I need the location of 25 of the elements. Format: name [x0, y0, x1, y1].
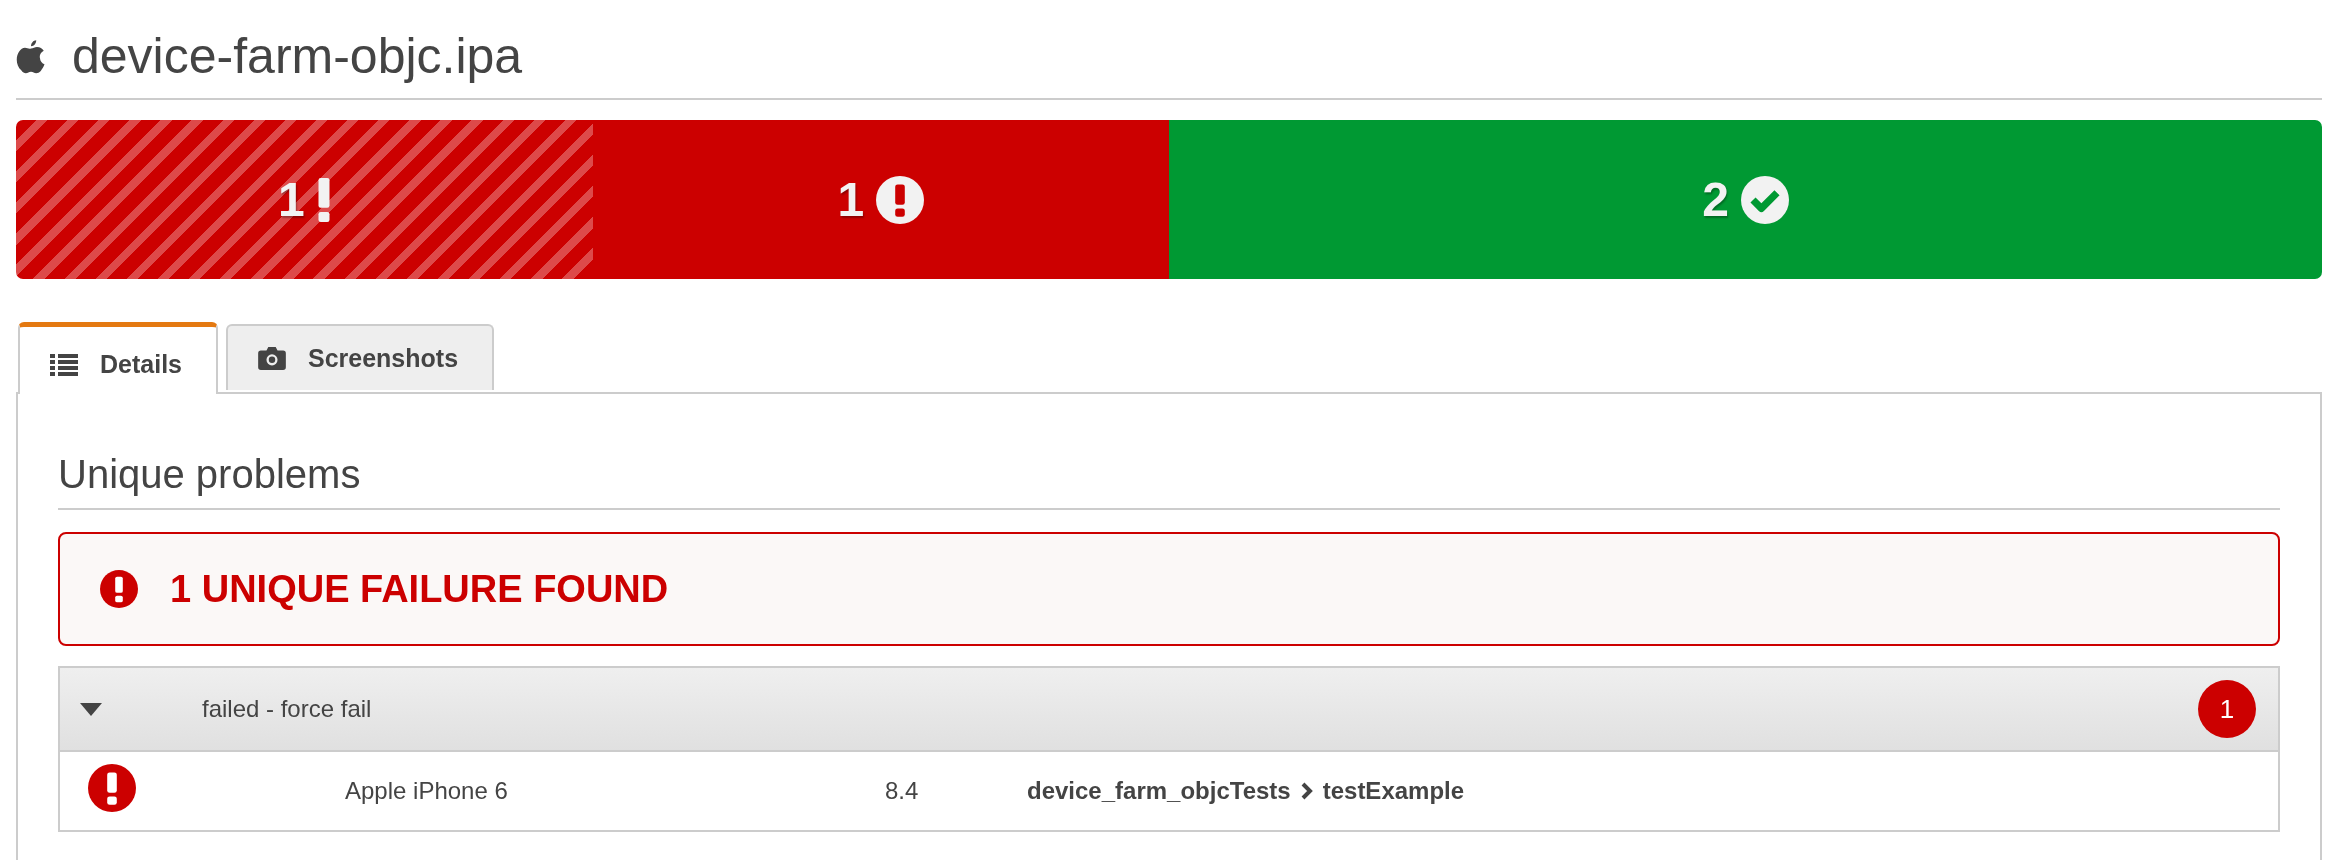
chevron-right-icon: [1300, 782, 1313, 800]
page-title: device-farm-objc.ipa: [72, 27, 523, 86]
device-cell-text: Apple iPhone 6: [345, 777, 509, 805]
os-cell-text: 8.4: [885, 777, 920, 805]
exclamation-circle-icon: [88, 764, 136, 812]
tab[interactable]: Details: [18, 322, 218, 394]
alert-text: 1 UNIQUE FAILURE FOUND: [170, 567, 669, 611]
count-badge: 1: [2198, 680, 2256, 738]
segment-count: 1: [837, 172, 865, 227]
group-row[interactable]: failed - force fail 1: [60, 668, 2278, 752]
list-icon: [50, 352, 78, 377]
section-title: Unique problems: [58, 444, 2280, 510]
apple-icon: [16, 38, 46, 74]
exclamation-circle-icon: [876, 175, 925, 224]
suite-name: device_farm_objcTests: [1027, 777, 1291, 805]
camera-icon: [258, 346, 286, 370]
test-name: testExample: [1322, 777, 1465, 805]
tab[interactable]: Screenshots: [226, 324, 495, 390]
group-label: failed - force fail: [202, 695, 373, 723]
check-circle-icon: [1740, 175, 1789, 224]
exclamation-icon: [316, 177, 331, 222]
segment-count: 2: [1702, 172, 1729, 227]
caret-icon: [80, 702, 102, 716]
exclamation-circle-icon: [100, 570, 138, 608]
segment-count: 1: [277, 172, 305, 227]
